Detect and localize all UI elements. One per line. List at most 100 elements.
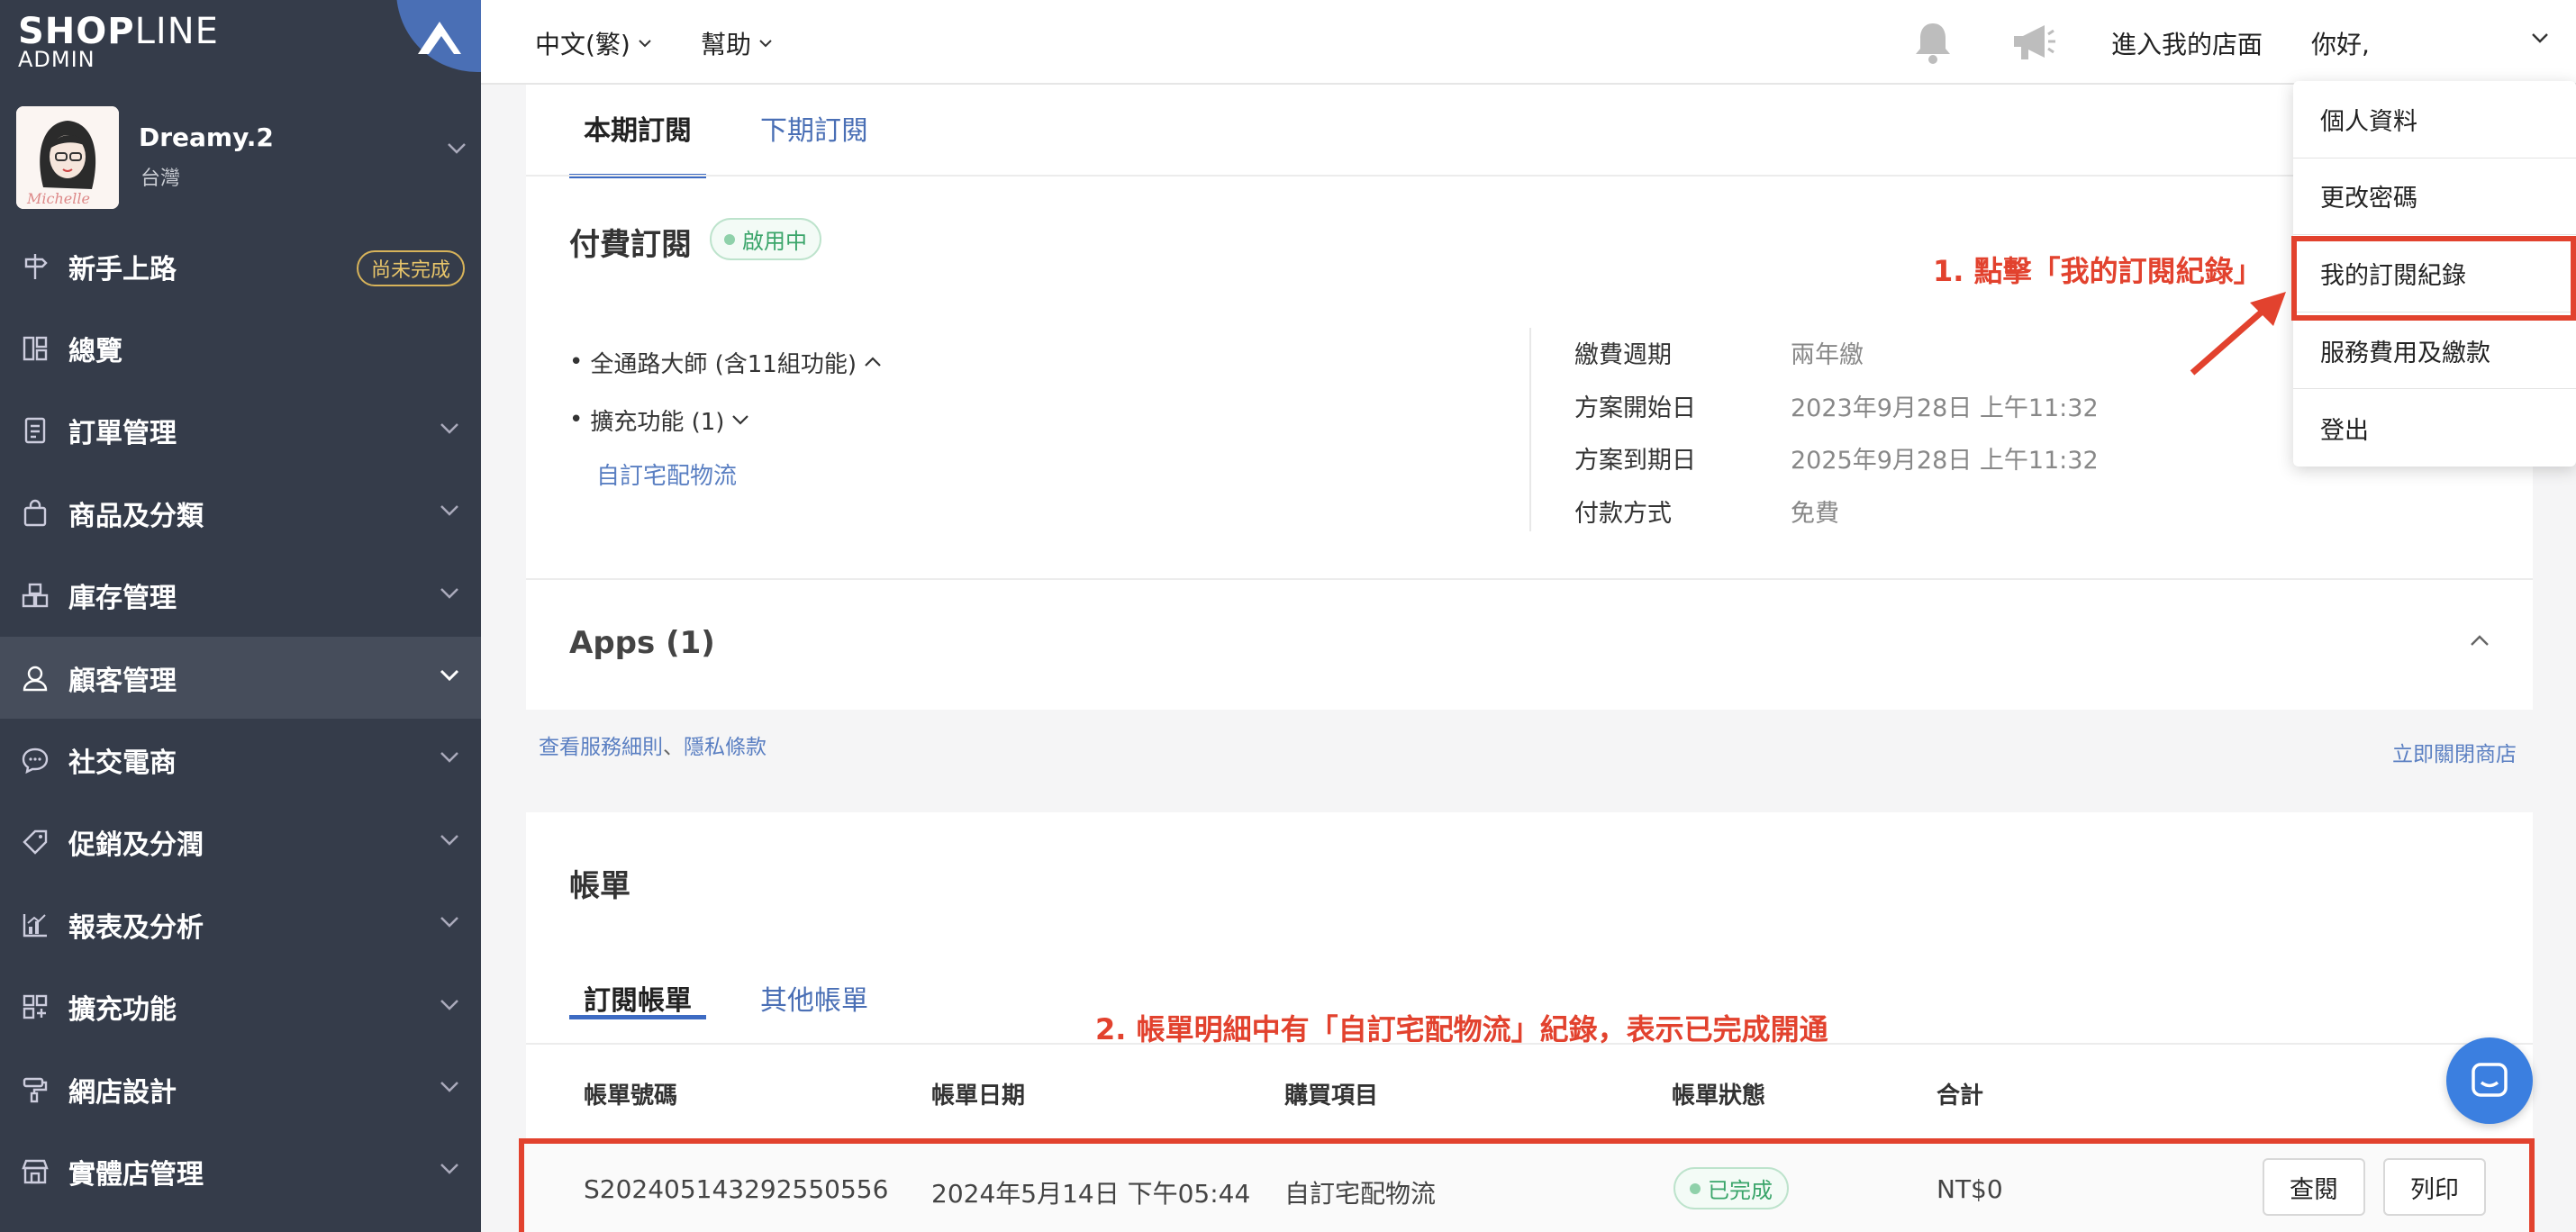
sidebar-item-label: 網店設計 xyxy=(68,1076,177,1109)
sidebar-item-promotions[interactable]: 促銷及分潤 xyxy=(0,802,481,883)
chevron-down-icon[interactable] xyxy=(2531,32,2549,43)
chevron-down-icon xyxy=(448,143,466,154)
shopline-mountain-icon xyxy=(418,22,461,54)
sidebar-item-overview[interactable]: 總覽 xyxy=(0,307,481,389)
dashboard-icon xyxy=(20,333,50,364)
paint-roller-icon xyxy=(20,1074,50,1105)
signpost-icon xyxy=(20,251,50,282)
sidebar-item-label: 總覽 xyxy=(68,336,122,368)
sidebar-item-getting-started[interactable]: 新手上路 尚未完成 xyxy=(0,225,481,307)
store-region: 台灣 xyxy=(141,168,181,190)
column-header-date: 帳單日期 xyxy=(931,1083,1026,1110)
tab-subscription-bills[interactable]: 訂閱帳單 xyxy=(569,955,706,1019)
tab-current-subscription[interactable]: 本期訂閱 xyxy=(569,85,706,178)
detail-key: 繳費週期 xyxy=(1574,340,1672,369)
print-button[interactable]: 列印 xyxy=(2383,1158,2486,1216)
bill-date: 2024年5月14日 下午05:44 xyxy=(931,1179,1251,1209)
divider xyxy=(526,578,2533,580)
chevron-down-icon xyxy=(732,415,749,425)
sidebar-item-label: 顧客管理 xyxy=(68,665,177,697)
chat-launcher-button[interactable] xyxy=(2446,1037,2533,1124)
store-switch-corner[interactable] xyxy=(396,0,481,72)
help-label: 幫助 xyxy=(701,30,752,59)
status-label: 已完成 xyxy=(1708,1178,1773,1203)
detail-row: 繳費週期 兩年繳 xyxy=(1574,326,2099,379)
close-shop-link[interactable]: 立即關閉商店 xyxy=(2392,737,2517,767)
topbar: 中文(繁) 幫助 進入我的店面 你好, xyxy=(481,0,2576,85)
apps-grid-icon xyxy=(20,992,50,1022)
bullet-icon: • xyxy=(569,349,584,376)
sidebar-item-orders[interactable]: 訂單管理 xyxy=(0,390,481,472)
chevron-up-icon[interactable] xyxy=(2470,634,2490,647)
avatar: Michelle xyxy=(16,106,119,209)
link-separator: 、 xyxy=(663,736,684,759)
chevron-down-icon xyxy=(440,999,458,1010)
chevron-down-icon xyxy=(440,1082,458,1092)
visit-store-link[interactable]: 進入我的店面 xyxy=(2111,25,2263,61)
plan-list: • 全通路大師 (含11組功能) • 擴充功能 (1) 自訂宅配物流 xyxy=(569,333,882,499)
sidebar-item-social-commerce[interactable]: 社交電商 xyxy=(0,719,481,801)
status-badge: 已完成 xyxy=(1673,1167,1789,1209)
chat-bubble-icon xyxy=(20,745,50,775)
sidebar-item-inventory[interactable]: 庫存管理 xyxy=(0,555,481,637)
detail-key: 方案開始日 xyxy=(1574,394,1696,422)
status-dot-icon xyxy=(1690,1182,1701,1194)
chevron-down-icon xyxy=(639,40,651,48)
store-name: Dreamy.2 xyxy=(139,122,274,152)
store-profile[interactable]: Michelle Dreamy.2 台灣 xyxy=(16,106,467,211)
subscription-details: 繳費週期 兩年繳 方案開始日 2023年9月28日 上午11:32 方案到期日 202… xyxy=(1574,326,2099,538)
plan-item[interactable]: • 全通路大師 (含11組功能) xyxy=(569,333,882,391)
help-menu[interactable]: 幫助 xyxy=(701,25,773,61)
sidebar-item-customers[interactable]: 顧客管理 xyxy=(0,636,481,720)
menu-item-logout[interactable]: 登出 xyxy=(2293,389,2576,467)
status-label: 啟用中 xyxy=(742,229,807,254)
detail-value: 2025年9月28日 上午11:32 xyxy=(1791,447,2099,476)
status-badge: 尚未完成 xyxy=(356,250,465,286)
sidebar-item-extensions[interactable]: 擴充功能 xyxy=(0,966,481,1048)
account-menu[interactable]: 你好, xyxy=(2311,25,2370,61)
detail-value: 免費 xyxy=(1791,499,1839,528)
divider xyxy=(526,175,2533,177)
subscription-tabs: 本期訂閱 下期訂閱 xyxy=(569,85,922,178)
addons-item[interactable]: • 擴充功能 (1) xyxy=(569,391,882,448)
tab-next-subscription[interactable]: 下期訂閱 xyxy=(746,85,883,177)
bullet-icon: • xyxy=(569,406,584,433)
apps-title: Apps (1) xyxy=(569,625,715,661)
shopping-bag-icon xyxy=(20,498,50,529)
sidebar-item-label: 訂單管理 xyxy=(68,418,177,450)
language-selector[interactable]: 中文(繁) xyxy=(535,25,652,61)
menu-item-service-fees[interactable]: 服務費用及繳款 xyxy=(2293,313,2576,390)
megaphone-icon[interactable] xyxy=(2009,20,2057,65)
menu-item-profile[interactable]: 個人資料 xyxy=(2293,81,2576,159)
sidebar-item-label: 促銷及分潤 xyxy=(68,829,204,862)
status-badge: 啟用中 xyxy=(710,218,821,260)
tab-other-bills[interactable]: 其他帳單 xyxy=(746,955,883,1018)
sidebar-item-label: 報表及分析 xyxy=(68,911,204,944)
detail-value: 兩年繳 xyxy=(1791,340,1864,369)
detail-row: 方案到期日 2025年9月28日 上午11:32 xyxy=(1574,431,2099,485)
sidebar-item-reports[interactable]: 報表及分析 xyxy=(0,883,481,965)
sidebar-item-label: 社交電商 xyxy=(68,747,177,780)
sidebar-item-label: 庫存管理 xyxy=(68,583,177,615)
addons-label: 擴充功能 (1) xyxy=(590,408,725,436)
bell-icon[interactable] xyxy=(1911,20,1955,65)
chevron-down-icon xyxy=(440,1164,458,1175)
privacy-link[interactable]: 隱私條款 xyxy=(684,736,766,759)
shopline-logo[interactable]: SHOPLINE ADMIN xyxy=(18,13,219,70)
inventory-icon xyxy=(20,580,50,611)
addon-item-link[interactable]: 自訂宅配物流 xyxy=(569,448,882,499)
sidebar-item-store-design[interactable]: 網店設計 xyxy=(0,1048,481,1130)
chart-icon xyxy=(20,910,50,940)
terms-link[interactable]: 查看服務細則 xyxy=(539,736,663,759)
detail-row: 方案開始日 2023年9月28日 上午11:32 xyxy=(1574,379,2099,432)
sidebar-item-products[interactable]: 商品及分類 xyxy=(0,472,481,554)
annotation-highlight-box xyxy=(2291,236,2576,321)
bill-tabs: 訂閱帳單 其他帳單 xyxy=(569,955,922,1019)
menu-item-change-password[interactable]: 更改密碼 xyxy=(2293,159,2576,236)
bill-total: NT$0 xyxy=(1937,1174,2003,1204)
detail-value: 2023年9月28日 上午11:32 xyxy=(1791,394,2099,422)
view-button[interactable]: 查閱 xyxy=(2263,1158,2365,1216)
sidebar-item-retail-store[interactable]: 實體店管理 xyxy=(0,1130,481,1212)
column-header-item: 購買項目 xyxy=(1284,1083,1379,1110)
annotation-step2: 2. 帳單明細中有「自訂宅配物流」紀錄，表示已完成開通 xyxy=(1095,1012,1828,1046)
